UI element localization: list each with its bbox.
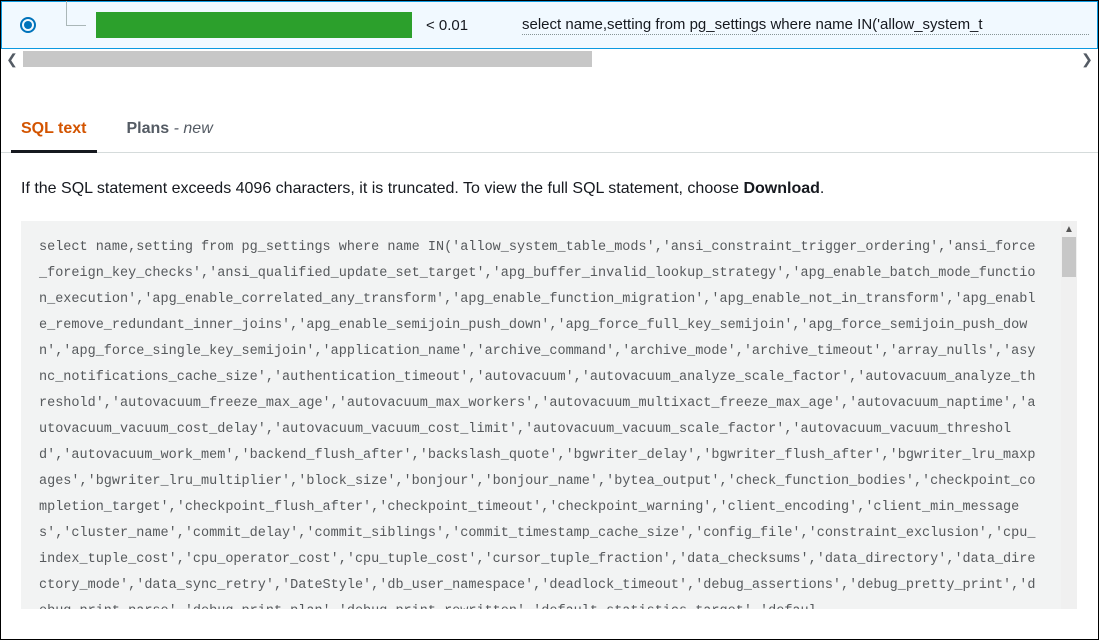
- vscroll-thumb[interactable]: [1062, 237, 1076, 277]
- tab-label: SQL text: [21, 120, 87, 137]
- load-bar: [96, 12, 412, 38]
- truncation-notice: If the SQL statement exceeds 4096 charac…: [21, 177, 1078, 201]
- tab-plans[interactable]: Plans - new: [127, 120, 213, 152]
- hscroll-track[interactable]: [23, 51, 1076, 67]
- notice-download-word: Download: [743, 180, 819, 197]
- scroll-left-icon[interactable]: ❮: [1, 49, 23, 69]
- hscroll-thumb[interactable]: [23, 51, 592, 67]
- code-wrapper: select name,setting from pg_settings whe…: [21, 221, 1077, 609]
- sql-code-block[interactable]: select name,setting from pg_settings whe…: [21, 221, 1061, 609]
- scroll-up-icon[interactable]: ▲: [1061, 221, 1077, 237]
- tree-connector-icon: [46, 1, 86, 49]
- sql-preview-text[interactable]: select name,setting from pg_settings whe…: [522, 16, 1089, 35]
- tab-new-badge: - new: [169, 120, 213, 137]
- notice-text-suffix: .: [820, 180, 824, 197]
- radio-dot-icon: [24, 21, 32, 29]
- tab-label: Plans: [127, 120, 170, 137]
- tabs-bar: SQL text Plans - new: [1, 93, 1098, 153]
- notice-text-prefix: If the SQL statement exceeds 4096 charac…: [21, 180, 743, 197]
- selected-query-row[interactable]: < 0.01 select name,setting from pg_setti…: [1, 1, 1098, 49]
- vertical-scrollbar[interactable]: ▲: [1061, 221, 1077, 609]
- load-value: < 0.01: [422, 17, 512, 34]
- horizontal-scrollbar[interactable]: ❮ ❯: [1, 49, 1098, 69]
- tab-sql-text[interactable]: SQL text: [21, 120, 87, 152]
- row-select-radio[interactable]: [20, 17, 36, 33]
- scroll-right-icon[interactable]: ❯: [1076, 49, 1098, 69]
- tab-content: If the SQL statement exceeds 4096 charac…: [1, 153, 1098, 629]
